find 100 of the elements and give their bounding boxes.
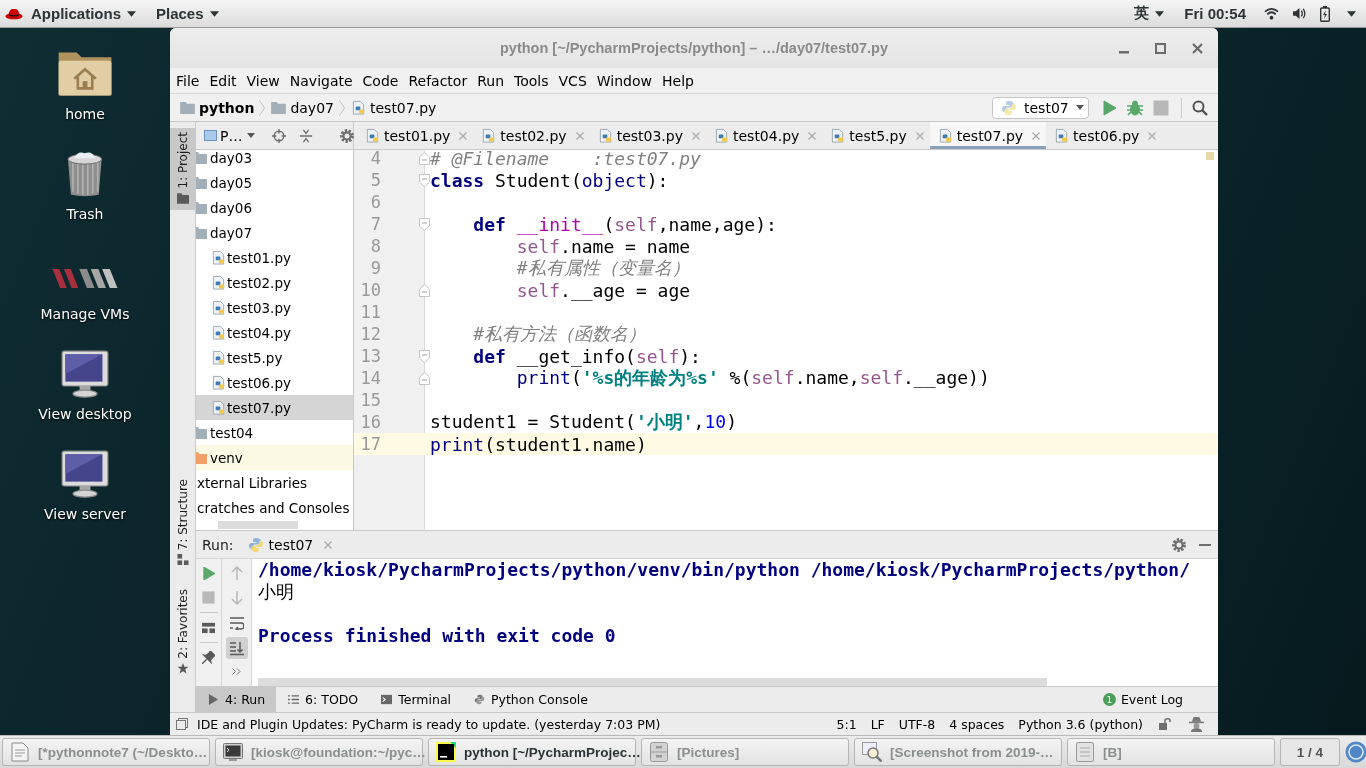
tree-item[interactable]: xternal Libraries bbox=[196, 470, 353, 495]
run-icon[interactable] bbox=[1101, 99, 1117, 116]
status-item[interactable]: Python 3.6 (python) bbox=[1018, 716, 1143, 732]
tree-item[interactable]: test01.py bbox=[196, 245, 353, 270]
soft-wrap-icon[interactable] bbox=[229, 616, 244, 630]
fold-marker-icon[interactable] bbox=[418, 151, 430, 165]
desktop-icon-label[interactable]: View desktop bbox=[38, 406, 132, 422]
menu-item[interactable]: Edit bbox=[204, 72, 242, 89]
desktop-icon-label[interactable]: home bbox=[65, 106, 105, 122]
tree-item[interactable]: day03 bbox=[196, 150, 353, 170]
battery-icon[interactable] bbox=[1320, 5, 1330, 22]
close-icon[interactable] bbox=[1032, 131, 1041, 140]
round-status-icon[interactable] bbox=[1345, 741, 1366, 763]
menu-item[interactable]: Code bbox=[357, 72, 404, 89]
editor-tab[interactable]: test5.py bbox=[822, 122, 930, 149]
scroll-to-end-icon[interactable] bbox=[225, 637, 248, 659]
monitor-icon[interactable] bbox=[61, 350, 109, 398]
slanted-stripes-icon[interactable] bbox=[50, 268, 120, 289]
run-tab[interactable]: test07 bbox=[247, 536, 333, 553]
status-message[interactable]: IDE and Plugin Updates: PyCharm is ready to update. (yesterday 7:03 PM) bbox=[197, 716, 661, 732]
pin-icon[interactable] bbox=[202, 651, 215, 664]
workspace-indicator[interactable]: 1 / 4 bbox=[1280, 738, 1340, 766]
tree-item[interactable]: test06.py bbox=[196, 370, 353, 395]
breadcrumb[interactable]: python bbox=[180, 99, 255, 116]
tool-window-tab[interactable]: 4: Run bbox=[196, 687, 277, 712]
status-item[interactable]: LF bbox=[870, 716, 885, 732]
tree-item[interactable]: test07.py bbox=[196, 395, 353, 420]
hat-logo-icon[interactable] bbox=[5, 7, 23, 20]
clock[interactable]: Fri 00:54 bbox=[1184, 5, 1246, 22]
close-icon[interactable] bbox=[1192, 42, 1203, 54]
fold-marker-icon[interactable] bbox=[418, 173, 430, 187]
search-icon[interactable] bbox=[1192, 99, 1208, 116]
collapse-icon[interactable] bbox=[299, 128, 314, 143]
desktop-icon-label[interactable]: Manage VMs bbox=[40, 306, 130, 322]
gear-icon[interactable] bbox=[1172, 537, 1186, 552]
breadcrumb[interactable]: test07.py bbox=[351, 99, 437, 116]
more-icon[interactable] bbox=[232, 668, 241, 675]
menu-item[interactable]: Refactor bbox=[403, 72, 473, 89]
fold-marker-icon[interactable] bbox=[418, 371, 430, 385]
tree-item[interactable]: test04.py bbox=[196, 320, 353, 345]
editor-tab[interactable]: test06.py bbox=[1046, 122, 1163, 149]
caret-icon[interactable] bbox=[1347, 10, 1356, 17]
tree-item[interactable]: venv bbox=[196, 445, 353, 470]
bug-icon[interactable] bbox=[1127, 99, 1143, 116]
fold-marker-icon[interactable] bbox=[418, 217, 430, 231]
menu-item[interactable]: File bbox=[171, 72, 205, 89]
scrollbar-thumb[interactable] bbox=[218, 521, 298, 529]
event-log-button[interactable]: 1 Event Log bbox=[1102, 687, 1218, 712]
tree-item[interactable]: test5.py bbox=[196, 345, 353, 370]
input-method-button[interactable]: 英 bbox=[1134, 4, 1165, 23]
run-icon[interactable] bbox=[202, 567, 215, 580]
tool-window-button[interactable]: 7: Structure bbox=[170, 474, 195, 572]
editor-tab[interactable]: test04.py bbox=[706, 122, 823, 149]
gear-icon[interactable] bbox=[340, 128, 355, 143]
maximize-icon[interactable] bbox=[1155, 42, 1166, 54]
editor-tab[interactable]: test07.py bbox=[929, 122, 1047, 149]
square-icon[interactable] bbox=[176, 718, 188, 730]
editor-tab[interactable]: test03.py bbox=[589, 122, 706, 149]
desktop-icon-label[interactable]: View server bbox=[44, 506, 126, 522]
tool-window-tab[interactable]: Terminal bbox=[369, 687, 462, 712]
code-editor[interactable] bbox=[354, 150, 1218, 530]
scrollbar-thumb[interactable] bbox=[258, 678, 1047, 686]
menu-item[interactable]: Tools bbox=[509, 72, 554, 89]
lock-icon[interactable] bbox=[1159, 718, 1171, 730]
run-configuration-dropdown[interactable]: test07 bbox=[992, 96, 1089, 119]
fold-marker-icon[interactable] bbox=[418, 283, 430, 297]
menu-item[interactable]: Run bbox=[472, 72, 510, 89]
menu-item[interactable]: VCS bbox=[553, 72, 592, 89]
tool-window-button[interactable]: 2: Favorites bbox=[170, 585, 195, 680]
tree-item[interactable]: test04 bbox=[196, 420, 353, 445]
close-icon[interactable] bbox=[459, 131, 468, 140]
menu-button[interactable]: Applications bbox=[31, 5, 136, 22]
tool-window-button[interactable]: 1: Project bbox=[170, 128, 195, 210]
menu-item[interactable]: View bbox=[241, 72, 285, 89]
status-item[interactable]: UTF-8 bbox=[898, 716, 936, 732]
menu-item[interactable]: Navigate bbox=[284, 72, 358, 89]
menu-button[interactable]: Places bbox=[156, 5, 219, 22]
status-item[interactable]: 5:1 bbox=[836, 716, 857, 732]
tree-item[interactable]: day07 bbox=[196, 220, 353, 245]
minimize-icon[interactable] bbox=[1119, 50, 1129, 54]
tree-item[interactable]: day06 bbox=[196, 195, 353, 220]
menu-item[interactable]: Window bbox=[591, 72, 657, 89]
close-icon[interactable] bbox=[808, 131, 817, 140]
layout-icon[interactable] bbox=[202, 621, 215, 634]
wifi-icon[interactable] bbox=[1264, 7, 1279, 20]
tree-item[interactable]: test03.py bbox=[196, 295, 353, 320]
tool-window-tab[interactable]: Python Console bbox=[462, 687, 599, 712]
desktop-icon-label[interactable]: Trash bbox=[66, 206, 104, 222]
close-icon[interactable] bbox=[1148, 131, 1157, 140]
close-icon[interactable] bbox=[324, 540, 333, 549]
editor-tab[interactable]: test01.py bbox=[357, 122, 474, 149]
close-icon[interactable] bbox=[692, 131, 700, 140]
tool-window-tab[interactable]: 6: TODO bbox=[276, 687, 370, 712]
crosshair-icon[interactable] bbox=[272, 128, 287, 143]
trash-icon[interactable] bbox=[65, 150, 105, 198]
tree-item[interactable]: day05 bbox=[196, 170, 353, 195]
tree-item[interactable]: cratches and Consoles bbox=[196, 495, 353, 520]
close-icon[interactable] bbox=[575, 131, 584, 140]
close-icon[interactable] bbox=[915, 131, 924, 140]
status-item[interactable]: 4 spaces bbox=[949, 716, 1005, 732]
